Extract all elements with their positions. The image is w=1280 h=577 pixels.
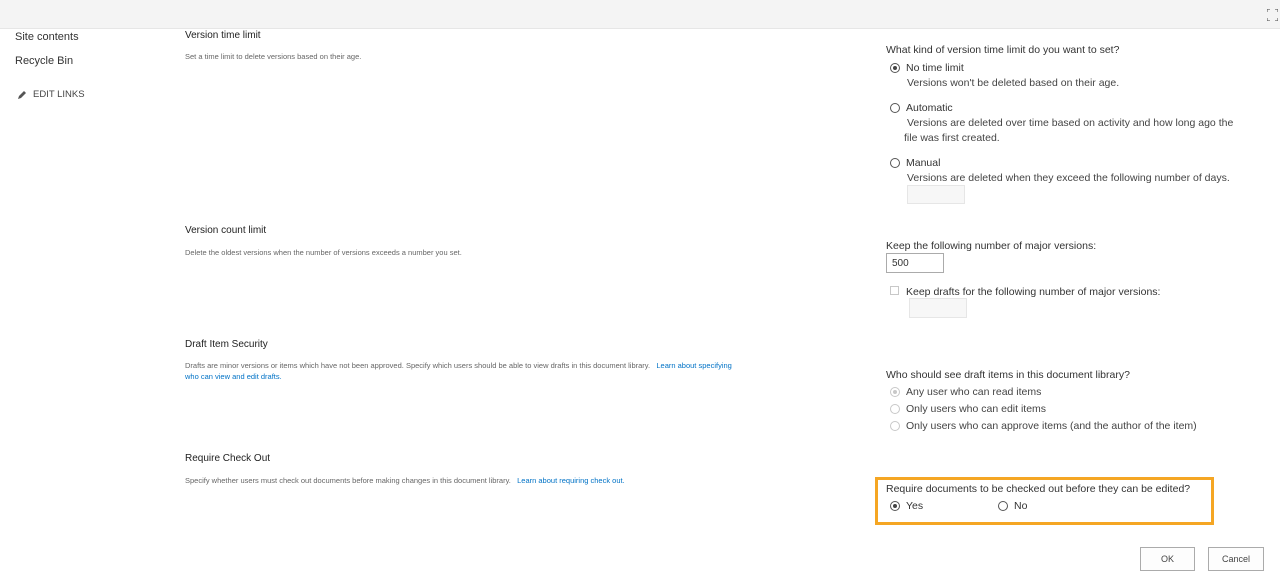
- keep-drafts-checkbox[interactable]: [890, 286, 899, 295]
- edit-links-label: EDIT LINKS: [33, 89, 85, 100]
- automatic-description-line1: Versions are deleted over time based on …: [907, 117, 1234, 129]
- any-user-read-label: Any user who can read items: [906, 386, 1042, 398]
- learn-draft-security-link-cont[interactable]: who can view and edit drafts.: [185, 372, 282, 381]
- version-time-limit-title: Version time limit: [185, 30, 261, 41]
- automatic-label: Automatic: [906, 102, 953, 114]
- version-time-limit-description: Set a time limit to delete versions base…: [185, 52, 362, 61]
- users-edit-radio[interactable]: [890, 404, 900, 414]
- option-check-out-yes[interactable]: Yes: [890, 500, 923, 512]
- check-out-no-label: No: [1014, 500, 1028, 512]
- require-check-out-question: Require documents to be checked out befo…: [886, 483, 1191, 495]
- users-approve-radio[interactable]: [890, 421, 900, 431]
- focus-mode-icon[interactable]: [1267, 9, 1278, 21]
- learn-check-out-link[interactable]: Learn about requiring check out.: [517, 476, 625, 485]
- users-edit-label: Only users who can edit items: [906, 403, 1047, 415]
- manual-label: Manual: [906, 157, 941, 169]
- cancel-button[interactable]: Cancel: [1208, 547, 1264, 571]
- keep-drafts-label: Keep drafts for the following number of …: [906, 286, 1161, 298]
- pencil-icon: [18, 90, 26, 99]
- check-out-yes-radio[interactable]: [890, 501, 900, 511]
- require-check-out-title: Require Check Out: [185, 453, 271, 464]
- version-count-limit-description: Delete the oldest versions when the numb…: [185, 248, 462, 257]
- require-check-out-description: Specify whether users must check out doc…: [185, 475, 835, 486]
- drafts-versions-input[interactable]: [909, 298, 967, 318]
- manual-days-input[interactable]: [907, 185, 965, 204]
- check-out-yes-label: Yes: [906, 500, 924, 512]
- ok-button[interactable]: OK: [1140, 547, 1195, 571]
- manual-radio[interactable]: [890, 158, 900, 168]
- major-versions-input[interactable]: [886, 253, 944, 273]
- option-users-edit[interactable]: Only users who can edit items: [890, 403, 1046, 415]
- users-approve-label: Only users who can approve items (and th…: [906, 420, 1197, 432]
- option-automatic[interactable]: Automatic: [890, 102, 953, 114]
- edit-links-button[interactable]: EDIT LINKS: [17, 89, 85, 100]
- no-time-limit-label: No time limit: [906, 62, 964, 74]
- draft-item-security-title: Draft Item Security: [185, 339, 268, 350]
- top-bar: [0, 0, 1280, 29]
- any-user-read-radio[interactable]: [890, 387, 900, 397]
- check-out-no-radio[interactable]: [998, 501, 1008, 511]
- no-time-limit-description: Versions won't be deleted based on their…: [907, 77, 1120, 89]
- option-no-time-limit[interactable]: No time limit: [890, 62, 964, 74]
- automatic-description-line2: file was first created.: [904, 132, 1000, 144]
- draft-item-security-description: Drafts are minor versions or items which…: [185, 360, 835, 382]
- learn-draft-security-link[interactable]: Learn about specifying: [656, 361, 731, 370]
- nav-recycle-bin[interactable]: Recycle Bin: [15, 55, 73, 67]
- option-users-approve[interactable]: Only users who can approve items (and th…: [890, 420, 1197, 432]
- nav-site-contents[interactable]: Site contents: [15, 31, 79, 43]
- major-versions-label: Keep the following number of major versi…: [886, 240, 1097, 252]
- version-time-limit-question: What kind of version time limit do you w…: [886, 44, 1120, 56]
- no-time-limit-radio[interactable]: [890, 63, 900, 73]
- version-count-limit-title: Version count limit: [185, 225, 267, 236]
- automatic-radio[interactable]: [890, 103, 900, 113]
- require-check-out-text: Specify whether users must check out doc…: [185, 476, 511, 485]
- option-manual[interactable]: Manual: [890, 157, 940, 169]
- option-any-user-read[interactable]: Any user who can read items: [890, 386, 1041, 398]
- option-check-out-no[interactable]: No: [998, 500, 1027, 512]
- manual-description: Versions are deleted when they exceed th…: [907, 172, 1230, 184]
- draft-security-text: Drafts are minor versions or items which…: [185, 361, 651, 370]
- draft-security-question: Who should see draft items in this docum…: [886, 369, 1130, 381]
